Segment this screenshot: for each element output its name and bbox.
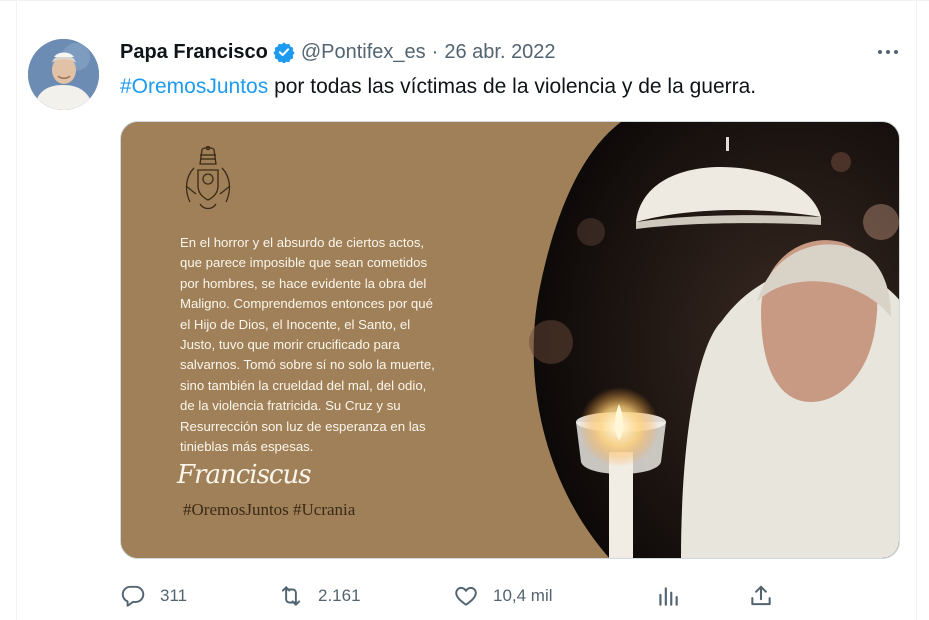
like-button[interactable]: 10,4 mil	[453, 581, 553, 611]
share-button[interactable]	[748, 581, 774, 611]
share-icon	[748, 583, 774, 609]
tweet-text: #OremosJuntos por todas las víctimas de …	[120, 73, 756, 101]
tweet-body: por todas las víctimas de la violencia y…	[268, 75, 757, 98]
tweet[interactable]: Papa Francisco @Pontifex_es · 26 abr. 20…	[0, 0, 929, 620]
retweet-icon	[278, 583, 304, 609]
image-hashtags: #OremosJuntos #Ucrania	[183, 500, 356, 519]
analytics-icon	[655, 583, 681, 609]
timeline-border-right	[916, 1, 917, 620]
retweet-button[interactable]: 2.161	[278, 581, 361, 611]
avatar[interactable]	[28, 39, 99, 110]
tweet-header: Papa Francisco @Pontifex_es · 26 abr. 20…	[120, 38, 556, 66]
quote-text: En el horror y el absurdo de ciertos act…	[180, 235, 435, 455]
reply-icon	[120, 583, 146, 609]
author-handle[interactable]: @Pontifex_es	[301, 41, 426, 64]
verified-badge-icon	[273, 41, 295, 64]
like-icon	[453, 583, 479, 609]
hashtag-link[interactable]: #OremosJuntos	[120, 75, 268, 98]
papal-coat-of-arms-icon	[185, 146, 231, 210]
signature: Franciscus	[177, 460, 312, 490]
author-display-name[interactable]: Papa Francisco	[120, 41, 268, 64]
analytics-button[interactable]	[655, 581, 681, 611]
more-icon[interactable]	[872, 39, 904, 65]
tweet-date[interactable]: 26 abr. 2022	[444, 41, 555, 64]
tweet-media-image[interactable]: En el horror y el absurdo de ciertos act…	[120, 121, 900, 559]
like-count: 10,4 mil	[493, 586, 553, 605]
reply-button[interactable]: 311	[120, 581, 187, 611]
timeline-border-left	[16, 1, 17, 620]
retweet-count: 2.161	[318, 586, 361, 605]
header-separator: ·	[431, 40, 439, 63]
reply-count: 311	[160, 586, 188, 605]
tweet-actions: 311 2.161 10,4 mil	[0, 581, 929, 611]
